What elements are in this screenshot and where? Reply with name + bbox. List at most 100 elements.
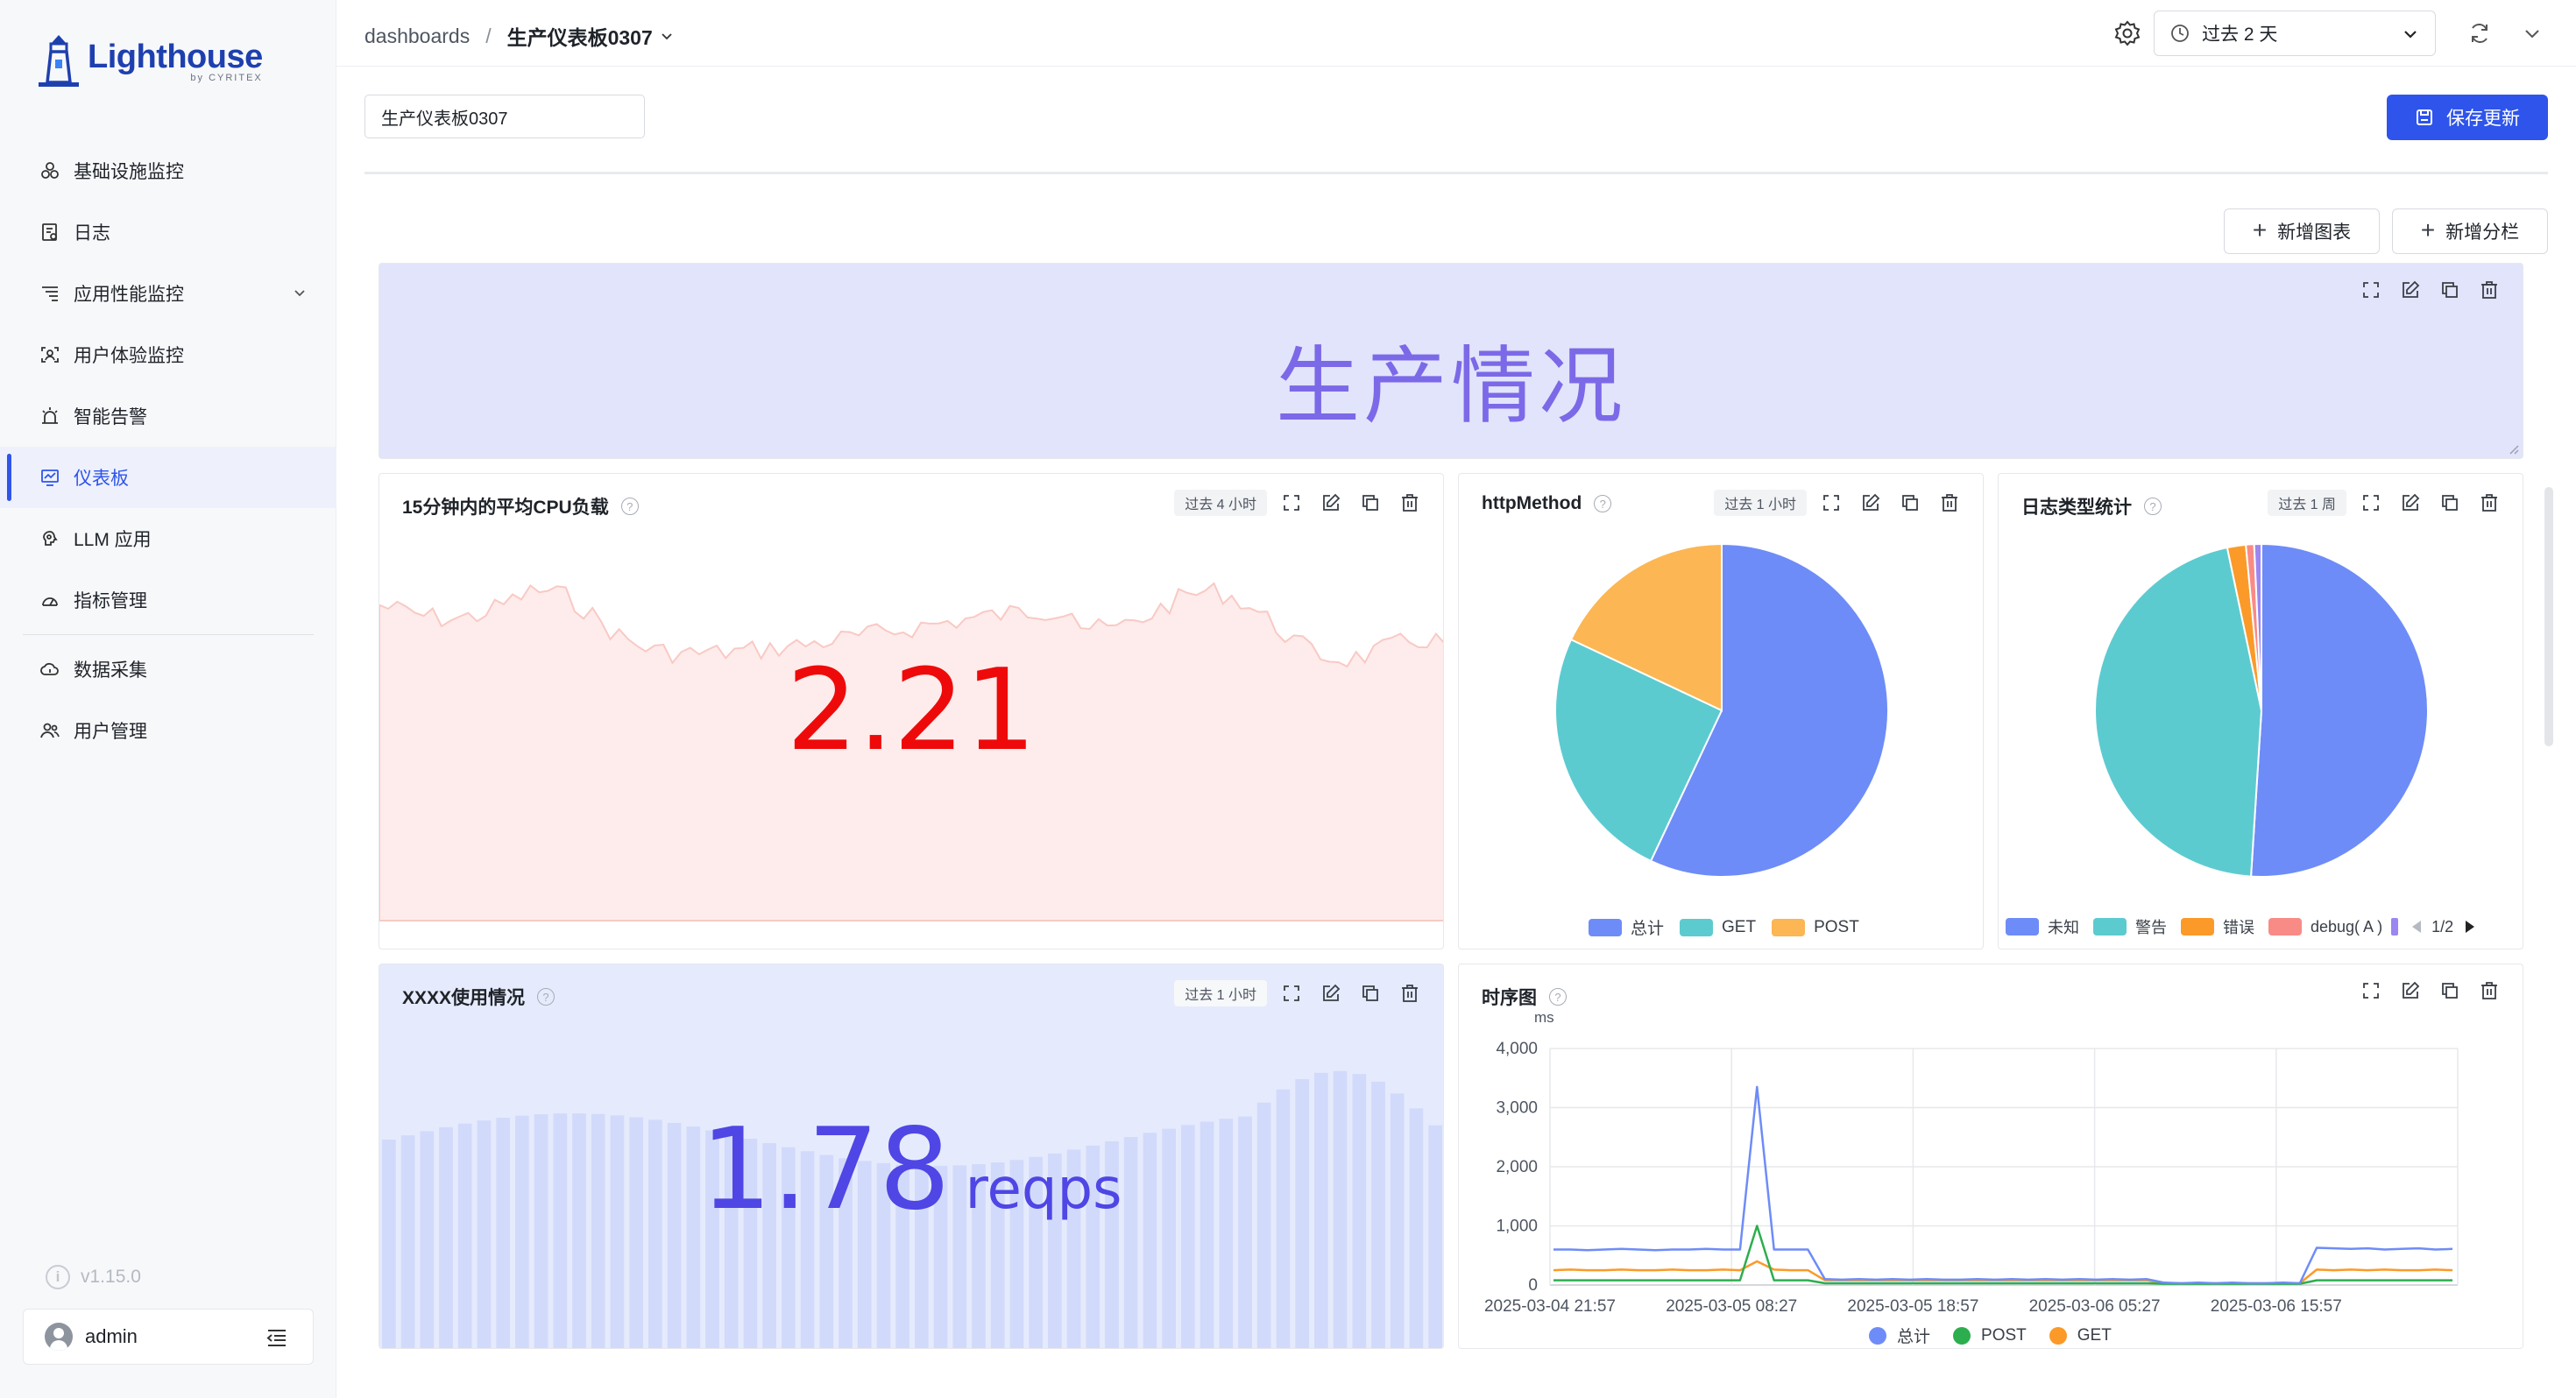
- logo-title: Lighthouse: [88, 39, 263, 75]
- legend-label: 总计: [1631, 920, 1665, 938]
- legend-next-icon[interactable]: [2464, 919, 2476, 935]
- legend-prev-icon[interactable]: [2410, 919, 2423, 935]
- cpu-value: 2.21: [786, 646, 1037, 776]
- brain-icon: [39, 527, 61, 550]
- usage-value: 1.78: [700, 1105, 951, 1235]
- legend-swatch: [1680, 918, 1714, 936]
- legend-item[interactable]: debug( A ): [2268, 918, 2382, 936]
- sidebar-item-label: 仪表板: [74, 469, 129, 489]
- collapse-sidebar-icon[interactable]: [265, 1327, 288, 1348]
- sidebar-item-alerts[interactable]: 智能告警: [0, 385, 336, 447]
- refresh-icon[interactable]: [2467, 21, 2492, 46]
- sidebar-item-logs[interactable]: 日志: [0, 201, 336, 263]
- pie-slice[interactable]: [2094, 546, 2263, 878]
- edit-icon[interactable]: [1860, 492, 1881, 513]
- legend-item[interactable]: POST: [1772, 918, 1859, 937]
- scrollbar[interactable]: [2544, 487, 2553, 746]
- chevron-down-icon[interactable]: [293, 286, 307, 300]
- sidebar-item-data-collection[interactable]: 数据采集: [0, 639, 336, 700]
- fullscreen-icon[interactable]: [1821, 492, 1842, 513]
- legend-item[interactable]: GET: [2049, 1326, 2112, 1345]
- legend-item[interactable]: GET: [1680, 918, 1756, 937]
- help-icon[interactable]: ?: [537, 988, 556, 1006]
- legend-item[interactable]: 总计: [1869, 1324, 1930, 1347]
- panel-tools: 过去 4 小时: [1174, 490, 1420, 516]
- version-text: v1.15.0: [81, 1267, 141, 1287]
- chevron-down-icon[interactable]: [2522, 23, 2543, 44]
- sidebar-item-infrastructure[interactable]: 基础设施监控: [0, 140, 336, 201]
- sidebar-item-users[interactable]: 用户管理: [0, 700, 336, 761]
- cluster-icon: [39, 159, 61, 182]
- fullscreen-icon[interactable]: [1281, 492, 1302, 513]
- panel-title: httpMethod ?: [1482, 493, 1612, 514]
- gear-icon[interactable]: [2113, 19, 2141, 47]
- log-icon: [39, 221, 61, 244]
- copy-icon[interactable]: [1360, 983, 1381, 1004]
- sidebar-item-label: 用户管理: [74, 722, 147, 742]
- edit-icon[interactable]: [1320, 492, 1341, 513]
- resize-handle-icon[interactable]: [2507, 442, 2519, 455]
- copy-icon[interactable]: [2439, 492, 2460, 513]
- legend-label: POST: [1814, 917, 1859, 936]
- fullscreen-icon[interactable]: [2360, 279, 2381, 300]
- user-scan-icon: [39, 343, 61, 366]
- edit-icon[interactable]: [2400, 492, 2421, 513]
- info-icon: i: [46, 1265, 70, 1289]
- fullscreen-icon[interactable]: [1281, 983, 1302, 1004]
- breadcrumb-current[interactable]: 生产仪表板0307: [507, 21, 653, 51]
- plus-icon: +: [2252, 215, 2268, 244]
- copy-icon[interactable]: [1900, 492, 1921, 513]
- breadcrumb-root[interactable]: dashboards: [364, 25, 470, 48]
- breadcrumb-separator: /: [485, 24, 492, 47]
- sidebar-item-label: 智能告警: [74, 407, 147, 427]
- sidebar-item-metrics[interactable]: 指标管理: [0, 569, 336, 631]
- add-row-label: 新增分栏: [2445, 222, 2520, 243]
- sidebar-item-apm[interactable]: 应用性能监控: [0, 263, 336, 324]
- clock-icon: [2171, 25, 2189, 42]
- help-icon[interactable]: ?: [2144, 498, 2162, 515]
- add-row-button[interactable]: + 新增分栏: [2392, 208, 2548, 254]
- legend-swatch: [1953, 1326, 1971, 1345]
- user-bar[interactable]: admin: [23, 1309, 314, 1365]
- dashboard-name-input[interactable]: [364, 95, 645, 138]
- sidebar-nav: 基础设施监控 日志 应用性能监控 用户体验监控 智能告警 仪表板 LLM 应用 …: [0, 140, 336, 761]
- header-divider: [364, 172, 2548, 174]
- legend-item[interactable]: POST: [1953, 1326, 2027, 1345]
- delete-icon[interactable]: [2479, 279, 2500, 300]
- delete-icon[interactable]: [1939, 492, 1960, 513]
- save-button[interactable]: 保存更新: [2387, 95, 2548, 140]
- dashboard-icon: [39, 466, 61, 489]
- add-chart-button[interactable]: + 新增图表: [2224, 208, 2380, 254]
- help-icon[interactable]: ?: [620, 498, 639, 515]
- sidebar-item-label: 日志: [74, 223, 110, 244]
- help-icon[interactable]: ?: [1594, 495, 1612, 512]
- fullscreen-icon[interactable]: [2360, 492, 2381, 513]
- save-icon: [2417, 109, 2432, 125]
- time-tag: 过去 1 小时: [1174, 980, 1267, 1006]
- legend-item[interactable]: 总计: [1589, 915, 1664, 939]
- time-range-select[interactable]: 过去 2 天: [2154, 11, 2436, 56]
- legend-item[interactable]: 警告: [2093, 915, 2167, 938]
- sidebar-item-llm[interactable]: LLM 应用: [0, 508, 336, 569]
- avatar: [45, 1323, 73, 1351]
- legend-item[interactable]: 未知: [2006, 915, 2079, 938]
- legend-item[interactable]: 错误: [2181, 915, 2254, 938]
- legend-label: debug( A ): [2311, 917, 2383, 936]
- app-root: Lighthouse by CYRITEX 基础设施监控 日志 应用性能监控 用…: [0, 0, 2576, 1398]
- edit-icon[interactable]: [1320, 983, 1341, 1004]
- y-axis-unit: ms: [1534, 1009, 1554, 1026]
- delete-icon[interactable]: [2479, 492, 2500, 513]
- pie-slice[interactable]: [2250, 542, 2429, 878]
- edit-icon[interactable]: [2400, 279, 2421, 300]
- pie-legend: 总计 GET POST: [1589, 915, 1875, 939]
- sidebar-item-dashboard[interactable]: 仪表板: [0, 447, 336, 508]
- sidebar-item-rum[interactable]: 用户体验监控: [0, 324, 336, 385]
- copy-icon[interactable]: [1360, 492, 1381, 513]
- y-tick-label: 4,000: [1496, 1040, 1538, 1058]
- copy-icon[interactable]: [2439, 279, 2460, 300]
- add-chart-label: 新增图表: [2277, 222, 2352, 243]
- delete-icon[interactable]: [1399, 492, 1420, 513]
- delete-icon[interactable]: [1399, 983, 1420, 1004]
- logo[interactable]: Lighthouse by CYRITEX: [35, 33, 263, 89]
- chevron-down-icon[interactable]: [660, 29, 674, 43]
